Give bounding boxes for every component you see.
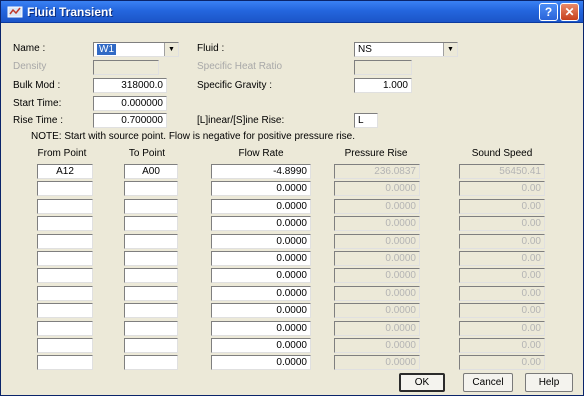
to-point-field[interactable] — [124, 216, 178, 231]
pressure-rise-field: 0.0000 — [334, 251, 420, 266]
pressure-rise-field: 0.0000 — [334, 234, 420, 249]
col-header-flow-rate: Flow Rate — [238, 148, 284, 159]
flow-rate-field[interactable]: 0.0000 — [211, 234, 311, 249]
fluid-value: NS — [358, 44, 372, 55]
col-header-from-point: From Point — [37, 148, 87, 159]
fluid-label: Fluid : — [197, 43, 225, 54]
pressure-rise-field: 0.0000 — [334, 268, 420, 283]
to-point-field[interactable] — [124, 181, 178, 196]
sound-speed-field: 0.00 — [459, 234, 545, 249]
linear-sine-label: [L]inear/[S]ine Rise: — [197, 115, 285, 126]
specific-heat-ratio-label: Specific Heat Ratio — [197, 61, 283, 72]
dialog-title: Fluid Transient — [27, 5, 113, 19]
rise-time-label: Rise Time : — [13, 115, 64, 126]
from-point-field[interactable] — [37, 355, 93, 370]
sound-speed-field: 0.00 — [459, 338, 545, 353]
col-header-to-point: To Point — [128, 148, 166, 159]
pressure-rise-field: 0.0000 — [334, 303, 420, 318]
pressure-rise-field: 0.0000 — [334, 216, 420, 231]
col-header-pressure-rise: Pressure Rise — [344, 148, 408, 159]
to-point-field[interactable] — [124, 234, 178, 249]
bulk-mod-field[interactable]: 318000.0 — [93, 78, 167, 93]
help-button[interactable]: Help — [525, 373, 573, 392]
sound-speed-field: 0.00 — [459, 268, 545, 283]
sound-speed-field: 0.00 — [459, 355, 545, 370]
to-point-field[interactable] — [124, 338, 178, 353]
density-label: Density — [13, 61, 47, 72]
specific-heat-ratio-field — [354, 60, 412, 75]
from-point-field[interactable] — [37, 286, 93, 301]
specific-gravity-label: Specific Gravity : — [197, 80, 273, 91]
flow-rate-field[interactable]: 0.0000 — [211, 216, 311, 231]
from-point-field[interactable] — [37, 303, 93, 318]
from-point-field[interactable]: A12 — [37, 164, 93, 179]
title-help-button[interactable]: ? — [539, 3, 558, 21]
name-select[interactable]: W1 ▼ — [93, 42, 179, 57]
pressure-rise-field: 0.0000 — [334, 286, 420, 301]
to-point-field[interactable] — [124, 286, 178, 301]
flow-rate-field[interactable]: 0.0000 — [211, 355, 311, 370]
from-point-field[interactable] — [37, 216, 93, 231]
chevron-down-icon[interactable]: ▼ — [443, 43, 457, 56]
note-text: NOTE: Start with source point. Flow is n… — [31, 131, 356, 142]
cancel-button[interactable]: Cancel — [463, 373, 513, 392]
pressure-rise-field: 0.0000 — [334, 321, 420, 336]
from-point-field[interactable] — [37, 251, 93, 266]
to-point-field[interactable] — [124, 355, 178, 370]
from-point-field[interactable] — [37, 181, 93, 196]
from-point-field[interactable] — [37, 199, 93, 214]
sound-speed-field: 0.00 — [459, 251, 545, 266]
to-point-field[interactable] — [124, 268, 178, 283]
from-point-field[interactable] — [37, 268, 93, 283]
flow-rate-field[interactable]: 0.0000 — [211, 321, 311, 336]
to-point-field[interactable]: A00 — [124, 164, 178, 179]
name-value: W1 — [97, 44, 116, 55]
from-point-field[interactable] — [37, 234, 93, 249]
density-field — [93, 60, 159, 75]
ok-button[interactable]: OK — [399, 373, 445, 392]
flow-rate-field[interactable]: 0.0000 — [211, 286, 311, 301]
chevron-down-icon[interactable]: ▼ — [164, 43, 178, 56]
sound-speed-field: 0.00 — [459, 286, 545, 301]
sound-speed-field: 0.00 — [459, 303, 545, 318]
close-button[interactable]: ✕ — [560, 3, 579, 21]
flow-rate-field[interactable]: 0.0000 — [211, 181, 311, 196]
flow-rate-field[interactable]: 0.0000 — [211, 268, 311, 283]
start-time-label: Start Time: — [13, 98, 62, 109]
to-point-field[interactable] — [124, 199, 178, 214]
flow-rate-field[interactable]: 0.0000 — [211, 338, 311, 353]
flow-rate-field[interactable]: 0.0000 — [211, 251, 311, 266]
pressure-rise-field: 0.0000 — [334, 355, 420, 370]
sound-speed-field: 0.00 — [459, 199, 545, 214]
title-bar[interactable]: Fluid Transient ? ✕ — [1, 1, 583, 23]
start-time-field[interactable]: 0.000000 — [93, 96, 167, 111]
pressure-rise-field: 236.0837 — [334, 164, 420, 179]
fluid-transient-dialog: Fluid Transient ? ✕ Name : W1 ▼ Fluid : … — [0, 0, 584, 396]
pressure-rise-field: 0.0000 — [334, 199, 420, 214]
sound-speed-field: 0.00 — [459, 216, 545, 231]
sound-speed-field: 0.00 — [459, 181, 545, 196]
flow-rate-field[interactable]: 0.0000 — [211, 199, 311, 214]
from-point-field[interactable] — [37, 321, 93, 336]
pressure-rise-field: 0.0000 — [334, 181, 420, 196]
flow-rate-field[interactable]: 0.0000 — [211, 303, 311, 318]
to-point-field[interactable] — [124, 251, 178, 266]
fluid-icon — [7, 5, 23, 19]
bulk-mod-label: Bulk Mod : — [13, 80, 61, 91]
name-label: Name : — [13, 43, 46, 54]
specific-gravity-field[interactable]: 1.000 — [354, 78, 412, 93]
sound-speed-field: 0.00 — [459, 321, 545, 336]
pressure-rise-field: 0.0000 — [334, 338, 420, 353]
from-point-field[interactable] — [37, 338, 93, 353]
to-point-field[interactable] — [124, 303, 178, 318]
to-point-field[interactable] — [124, 321, 178, 336]
linear-sine-field[interactable]: L — [354, 113, 378, 128]
flow-rate-field[interactable]: -4.8990 — [211, 164, 311, 179]
rise-time-field[interactable]: 0.700000 — [93, 113, 167, 128]
sound-speed-field: 56450.41 — [459, 164, 545, 179]
col-header-sound-speed: Sound Speed — [471, 148, 533, 159]
fluid-select[interactable]: NS ▼ — [354, 42, 458, 57]
